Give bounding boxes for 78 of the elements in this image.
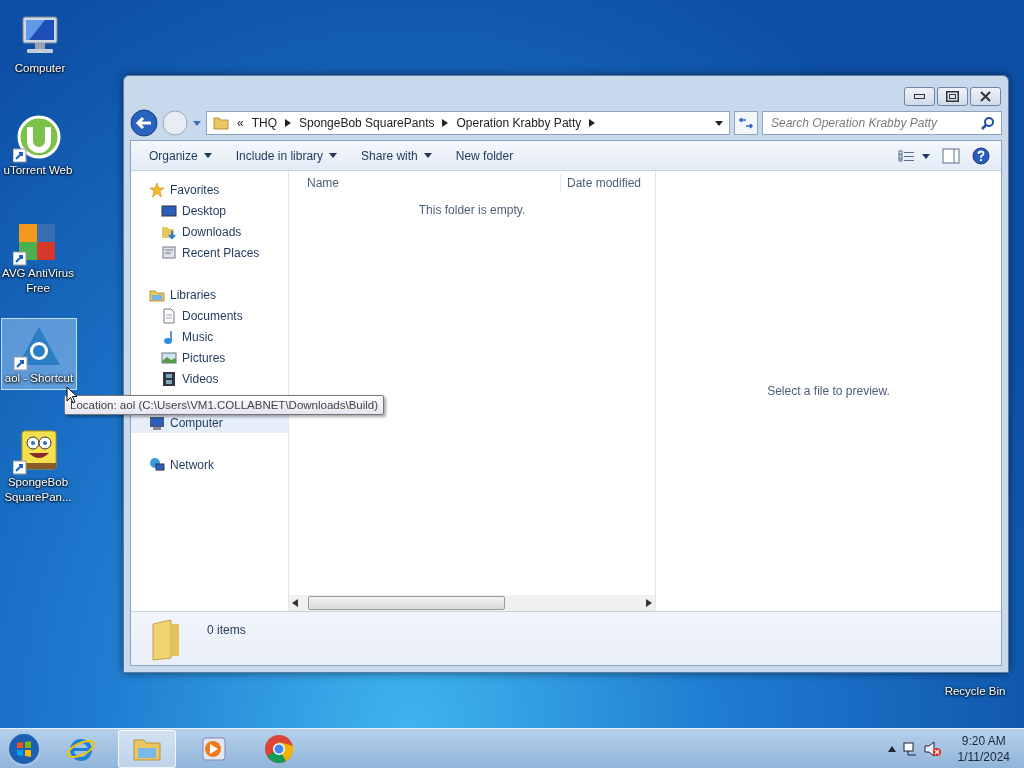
document-icon [161,307,177,324]
view-options-icon[interactable] [898,149,930,162]
icon-label: aol - Shortcut [4,371,74,386]
show-hidden-icons-icon[interactable] [887,745,896,752]
search-field[interactable]: Search Operation Krabby Patty [762,111,1002,135]
film-icon [161,370,177,387]
history-dropdown-icon[interactable] [192,118,202,128]
nav-item[interactable]: Libraries [131,284,288,305]
icon-label: AVG AntiVirus Free [1,266,75,296]
item-count: 0 items [207,623,246,637]
icon-label: uTorrent Web [3,163,73,178]
desktop-shortcut[interactable]: SpongeBob SquarePan... [0,422,76,509]
breadcrumb-overflow[interactable]: « [237,114,244,132]
desktop-shortcut[interactable]: Recycle Bin [937,679,1013,703]
preview-pane-icon[interactable] [942,147,960,164]
picture-icon [161,349,177,366]
minimize-icon [914,94,925,99]
nav-item[interactable]: Videos [131,368,288,389]
toolbar-button[interactable]: New folder [445,143,524,168]
toolbar-button[interactable]: Share with [351,143,442,168]
scroll-right-icon[interactable] [646,599,652,607]
network-icon [149,456,165,473]
start-button[interactable] [4,729,44,768]
scrollbar-thumb[interactable] [308,596,505,610]
nav-item[interactable]: Favorites [131,179,288,200]
nav-item[interactable]: Recent Places [131,242,288,263]
icon-label: Computer [14,61,66,76]
minimize-button[interactable] [904,87,935,106]
close-icon [980,91,991,102]
maximize-icon [946,91,959,102]
chevron-right-icon[interactable] [589,119,596,127]
desktop-shortcut[interactable]: uTorrent Web [0,110,76,182]
desktop-icon [161,202,177,219]
nav-item[interactable]: Music [131,326,288,347]
back-button[interactable] [130,109,158,137]
nav-item[interactable]: Documents [131,305,288,326]
breadcrumb-segment[interactable]: THQ [251,114,278,132]
nav-item[interactable]: Network [131,454,288,475]
close-button[interactable] [970,87,1001,106]
caret-icon [203,153,212,158]
tooltip: Location: aol (C:\Users\VM1.COLLABNET\Downloads\Build) [64,395,385,415]
recent-places-icon [161,244,177,261]
toolbar-button[interactable]: Organize [139,143,222,168]
nav-item[interactable]: Desktop [131,200,288,221]
icon-label: Recycle Bin [944,684,1006,699]
computer-icon [150,416,164,430]
utorrent-logo-icon [13,115,63,163]
toolbar-button[interactable]: Include in library [225,143,348,168]
breadcrumb-segment[interactable]: Operation Krabby Patty [456,114,582,132]
chevron-right-icon[interactable] [442,119,449,127]
desktop-shortcut[interactable]: Computer [2,8,78,80]
chrome-logo-icon [264,733,294,764]
star-icon [149,181,165,198]
chevron-right-icon[interactable] [285,119,292,127]
caret-icon [329,153,338,158]
column-header[interactable]: Name [289,174,561,192]
nav-item[interactable]: Pictures [131,347,288,368]
horizontal-scrollbar[interactable] [289,595,655,611]
address-bar[interactable]: « THQ SpongeBob SquarePants Operation Krabby Patty [206,111,730,135]
help-icon[interactable] [972,146,990,165]
icon-label: SpongeBob SquarePan... [3,475,73,505]
clock-time[interactable]: 9:20 AM [957,732,1010,749]
desktop-shortcut[interactable]: AVG AntiVirus Free [0,213,76,300]
caret-icon [423,153,432,158]
nav-item[interactable]: Downloads [131,221,288,242]
column-header[interactable]: Date modified [561,174,648,192]
scroll-left-icon[interactable] [292,599,298,607]
search-icon [981,116,995,130]
preview-message: Select a file to preview. [767,383,890,400]
empty-folder-message: This folder is empty. [418,203,526,217]
speaker-muted-icon[interactable] [923,740,942,757]
dropdown-arrow-icon[interactable] [715,120,723,126]
refresh-button[interactable] [734,111,758,135]
network-icon[interactable] [901,740,918,757]
breadcrumb-segment[interactable]: SpongeBob SquarePants [299,114,435,132]
maximize-button[interactable] [937,87,968,106]
clock-date[interactable]: 1/11/2024 [957,748,1010,765]
folder-icon [213,115,229,131]
